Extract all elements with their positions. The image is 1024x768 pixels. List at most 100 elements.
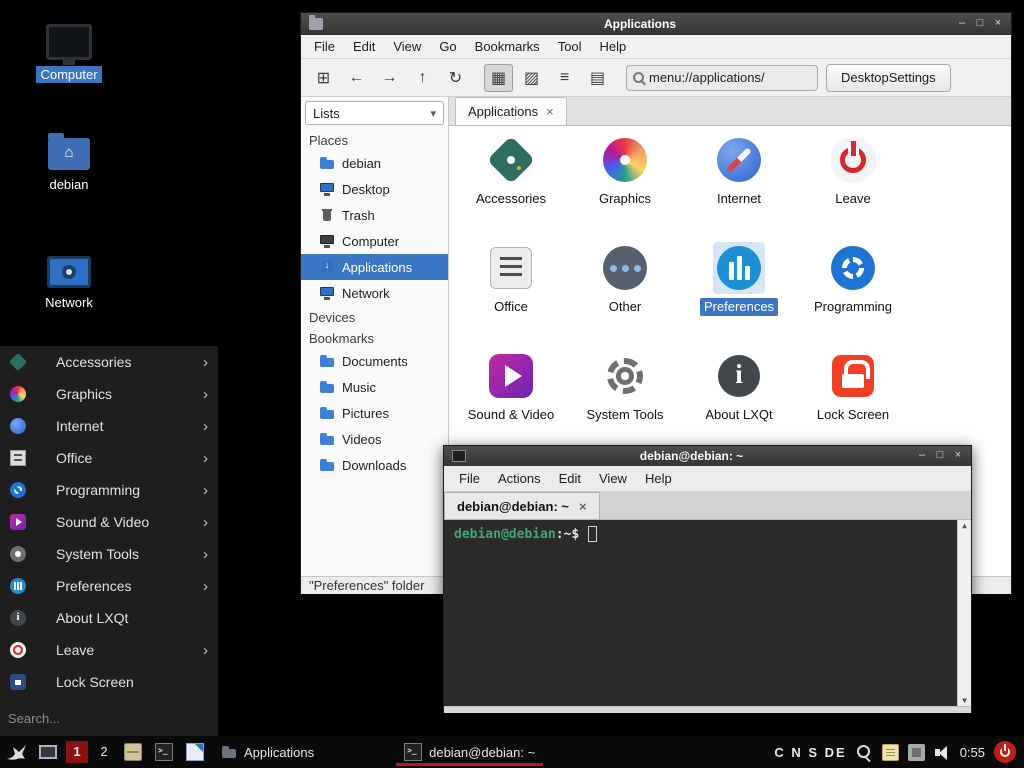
fm-item-office[interactable]: Office xyxy=(454,242,568,316)
tab-close-icon[interactable]: × xyxy=(546,104,554,119)
fm-item-leave[interactable]: Leave xyxy=(796,134,910,208)
fm-item-graphics[interactable]: Graphics xyxy=(568,134,682,208)
menu-item-programming[interactable]: Programming › xyxy=(0,474,218,506)
menu-file[interactable]: File xyxy=(450,471,489,486)
thumbnail-view-button[interactable]: ▨ xyxy=(517,64,546,92)
menu-item-leave[interactable]: Leave › xyxy=(0,634,218,666)
place-computer[interactable]: Computer xyxy=(301,228,448,254)
place-desktop[interactable]: Desktop xyxy=(301,176,448,202)
menu-item-lock-screen[interactable]: Lock Screen xyxy=(0,666,218,698)
fm-item-about-lxqt[interactable]: About LXQt xyxy=(682,350,796,424)
fm-item-system-tools[interactable]: System Tools xyxy=(568,350,682,424)
close-button[interactable]: × xyxy=(949,448,967,464)
scroll-down-icon[interactable]: ▼ xyxy=(962,696,967,705)
menu-view[interactable]: View xyxy=(590,471,636,486)
menu-item-sound-video[interactable]: Sound & Video › xyxy=(0,506,218,538)
scroll-up-icon[interactable]: ▲ xyxy=(962,521,967,530)
clipboard-icon[interactable] xyxy=(882,744,899,761)
file-manager-launcher[interactable] xyxy=(120,739,146,765)
menu-search-input[interactable] xyxy=(0,704,218,732)
fm-item-sound-video[interactable]: Sound & Video xyxy=(454,350,568,424)
back-button[interactable]: ← xyxy=(342,64,371,92)
up-button[interactable]: ↑ xyxy=(408,64,437,92)
task-terminal[interactable]: debian@debian: ~ xyxy=(396,738,543,766)
workspace-1[interactable]: 1 xyxy=(66,741,88,763)
place-trash[interactable]: Trash xyxy=(301,202,448,228)
magnifier-icon[interactable] xyxy=(856,744,873,761)
volume-icon[interactable] xyxy=(934,744,951,761)
fm-item-lock-screen[interactable]: Lock Screen xyxy=(796,350,910,424)
terminal-scrollbar[interactable]: ▲ ▼ xyxy=(957,520,971,706)
clock[interactable]: 0:55 xyxy=(960,745,985,760)
reload-button[interactable]: ↻ xyxy=(441,64,470,92)
bookmark-music[interactable]: Music xyxy=(301,374,448,400)
new-tab-button[interactable]: ⊞ xyxy=(309,64,338,92)
lists-dropdown[interactable]: Lists ▾ xyxy=(305,101,444,125)
place-debian[interactable]: debian xyxy=(301,150,448,176)
menu-item-office[interactable]: Office › xyxy=(0,442,218,474)
menu-item-system-tools[interactable]: System Tools › xyxy=(0,538,218,570)
fm-item-other[interactable]: Other xyxy=(568,242,682,316)
menu-item-accessories[interactable]: Accessories › xyxy=(0,346,218,378)
tab-close-icon[interactable]: × xyxy=(579,499,587,514)
place-network[interactable]: Network xyxy=(301,280,448,306)
workspace-2[interactable]: 2 xyxy=(93,741,115,763)
network-icon xyxy=(47,256,91,288)
menu-go[interactable]: Go xyxy=(430,39,465,54)
scrollbar-track[interactable] xyxy=(958,530,971,696)
menu-actions[interactable]: Actions xyxy=(489,471,550,486)
start-menu-button[interactable] xyxy=(4,739,30,765)
menu-item-internet[interactable]: Internet › xyxy=(0,410,218,442)
terminal-launcher[interactable] xyxy=(151,739,177,765)
tray-applet-icon[interactable] xyxy=(908,744,925,761)
bookmark-documents[interactable]: Documents xyxy=(301,348,448,374)
menu-item-graphics[interactable]: Graphics › xyxy=(0,378,218,410)
show-desktop-button[interactable] xyxy=(35,739,61,765)
menu-bookmarks[interactable]: Bookmarks xyxy=(466,39,549,54)
menu-help[interactable]: Help xyxy=(591,39,636,54)
editor-launcher[interactable] xyxy=(182,739,208,765)
desktop-icon-network[interactable]: Network xyxy=(24,256,114,311)
place-applications[interactable]: ↓ Applications xyxy=(301,254,448,280)
menu-item-label: Accessories xyxy=(56,354,203,370)
fm-item-internet[interactable]: Internet xyxy=(682,134,796,208)
desktop-settings-button[interactable]: DesktopSettings xyxy=(826,64,951,92)
compact-view-button[interactable]: ≡ xyxy=(550,64,579,92)
menu-item-preferences[interactable]: Preferences › xyxy=(0,570,218,602)
menu-edit[interactable]: Edit xyxy=(344,39,384,54)
menu-tool[interactable]: Tool xyxy=(549,39,591,54)
path-bar[interactable]: menu://applications/ xyxy=(626,65,818,91)
tab-terminal-session[interactable]: debian@debian: ~ × xyxy=(444,492,600,519)
keyboard-indicator[interactable]: C N S DE xyxy=(774,745,846,760)
menu-file[interactable]: File xyxy=(305,39,344,54)
minimize-button[interactable]: – xyxy=(953,16,971,32)
prompt-path: :~$ xyxy=(556,527,579,542)
close-button[interactable]: × xyxy=(989,16,1007,32)
menu-view[interactable]: View xyxy=(384,39,430,54)
menu-edit[interactable]: Edit xyxy=(550,471,590,486)
maximize-button[interactable]: □ xyxy=(971,16,989,32)
desktop-icon-computer[interactable]: Computer xyxy=(24,24,114,83)
power-button[interactable] xyxy=(994,741,1016,763)
task-applications[interactable]: Applications xyxy=(213,738,322,766)
tab-applications[interactable]: Applications × xyxy=(455,97,567,125)
menu-help[interactable]: Help xyxy=(636,471,681,486)
fm-item-preferences[interactable]: Preferences xyxy=(682,242,796,316)
fm-item-accessories[interactable]: Accessories xyxy=(454,134,568,208)
detailed-view-button[interactable]: ▤ xyxy=(583,64,612,92)
lock-body xyxy=(842,374,864,388)
bookmark-pictures[interactable]: Pictures xyxy=(301,400,448,426)
fm-titlebar[interactable]: Applications – □ × xyxy=(301,13,1011,35)
terminal-titlebar[interactable]: debian@debian: ~ – □ × xyxy=(444,446,971,466)
bookmark-videos[interactable]: Videos xyxy=(301,426,448,452)
minimize-button[interactable]: – xyxy=(913,448,931,464)
forward-button[interactable]: → xyxy=(375,64,404,92)
icon-view-button[interactable]: ▦ xyxy=(484,64,513,92)
maximize-button[interactable]: □ xyxy=(931,448,949,464)
programming-icon xyxy=(827,242,879,294)
terminal-screen[interactable]: debian@debian :~$ ▲ ▼ xyxy=(444,520,971,706)
menu-item-about-lxqt[interactable]: About LXQt xyxy=(0,602,218,634)
fm-item-programming[interactable]: Programming xyxy=(796,242,910,316)
desktop-icon-debian[interactable]: ⌂ debian xyxy=(24,138,114,193)
bookmark-downloads[interactable]: Downloads xyxy=(301,452,448,478)
